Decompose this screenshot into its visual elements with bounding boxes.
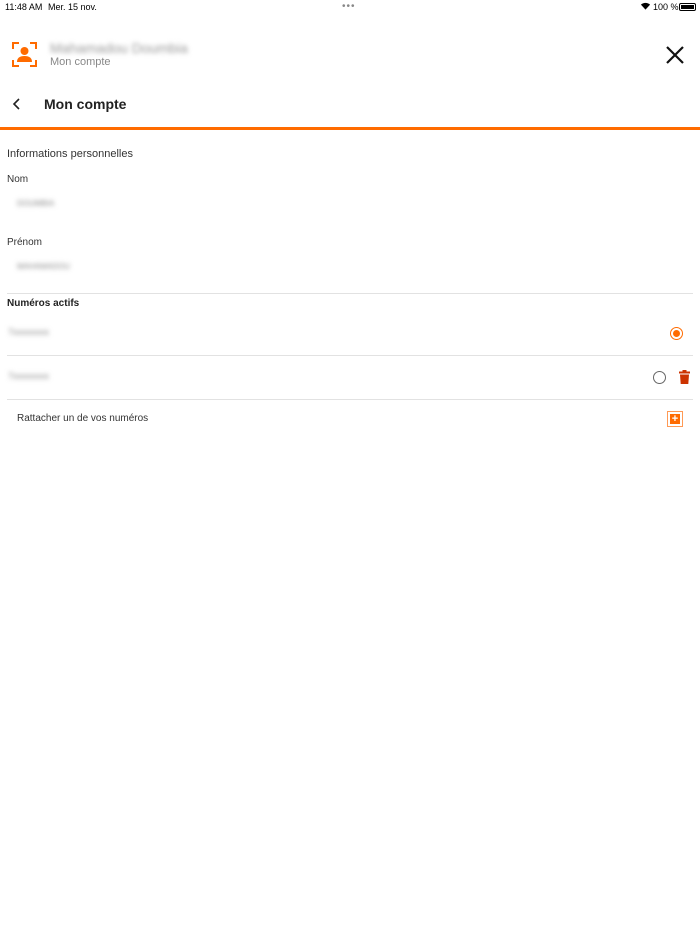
nom-value: DOUMBIA bbox=[17, 199, 55, 208]
close-icon bbox=[666, 46, 684, 64]
radio-selected[interactable] bbox=[670, 327, 683, 340]
section-personal-title: Informations personnelles bbox=[7, 148, 133, 160]
trash-icon bbox=[679, 370, 690, 384]
prenom-label: Prénom bbox=[7, 237, 43, 248]
status-date: Mer. 15 nov. bbox=[48, 2, 97, 12]
delete-button[interactable] bbox=[679, 370, 690, 389]
close-button[interactable] bbox=[664, 44, 686, 71]
number-value: 7xxxxxxxx bbox=[8, 327, 50, 337]
user-name: Mahamadou Doumbia bbox=[50, 40, 188, 56]
battery-percent: 100 % bbox=[653, 2, 679, 12]
number-value: 7xxxxxxxx bbox=[8, 371, 50, 381]
nom-label: Nom bbox=[7, 174, 29, 185]
prenom-value: MAHAMADOU bbox=[17, 262, 70, 271]
chevron-left-icon bbox=[12, 98, 20, 110]
battery-icon bbox=[679, 3, 696, 11]
back-button[interactable] bbox=[11, 97, 23, 116]
header-subtitle: Mon compte bbox=[50, 56, 111, 68]
status-time: 11:48 AM bbox=[5, 2, 43, 12]
divider bbox=[7, 399, 693, 400]
account-icon bbox=[12, 42, 37, 72]
page-title: Mon compte bbox=[44, 96, 127, 112]
divider bbox=[7, 293, 693, 294]
attach-label: Rattacher un de vos numéros bbox=[17, 413, 149, 424]
number-row[interactable]: 7xxxxxxxx bbox=[0, 357, 700, 399]
section-numbers-title: Numéros actifs bbox=[7, 298, 80, 309]
divider bbox=[7, 355, 693, 356]
add-icon: + bbox=[667, 411, 683, 427]
multitask-dots-icon[interactable]: ••• bbox=[342, 1, 356, 12]
attach-number-button[interactable]: Rattacher un de vos numéros + bbox=[0, 401, 700, 437]
radio-unselected[interactable] bbox=[653, 371, 666, 384]
header-divider bbox=[0, 127, 700, 130]
wifi-icon bbox=[640, 1, 651, 13]
number-row[interactable]: 7xxxxxxxx bbox=[0, 315, 700, 355]
